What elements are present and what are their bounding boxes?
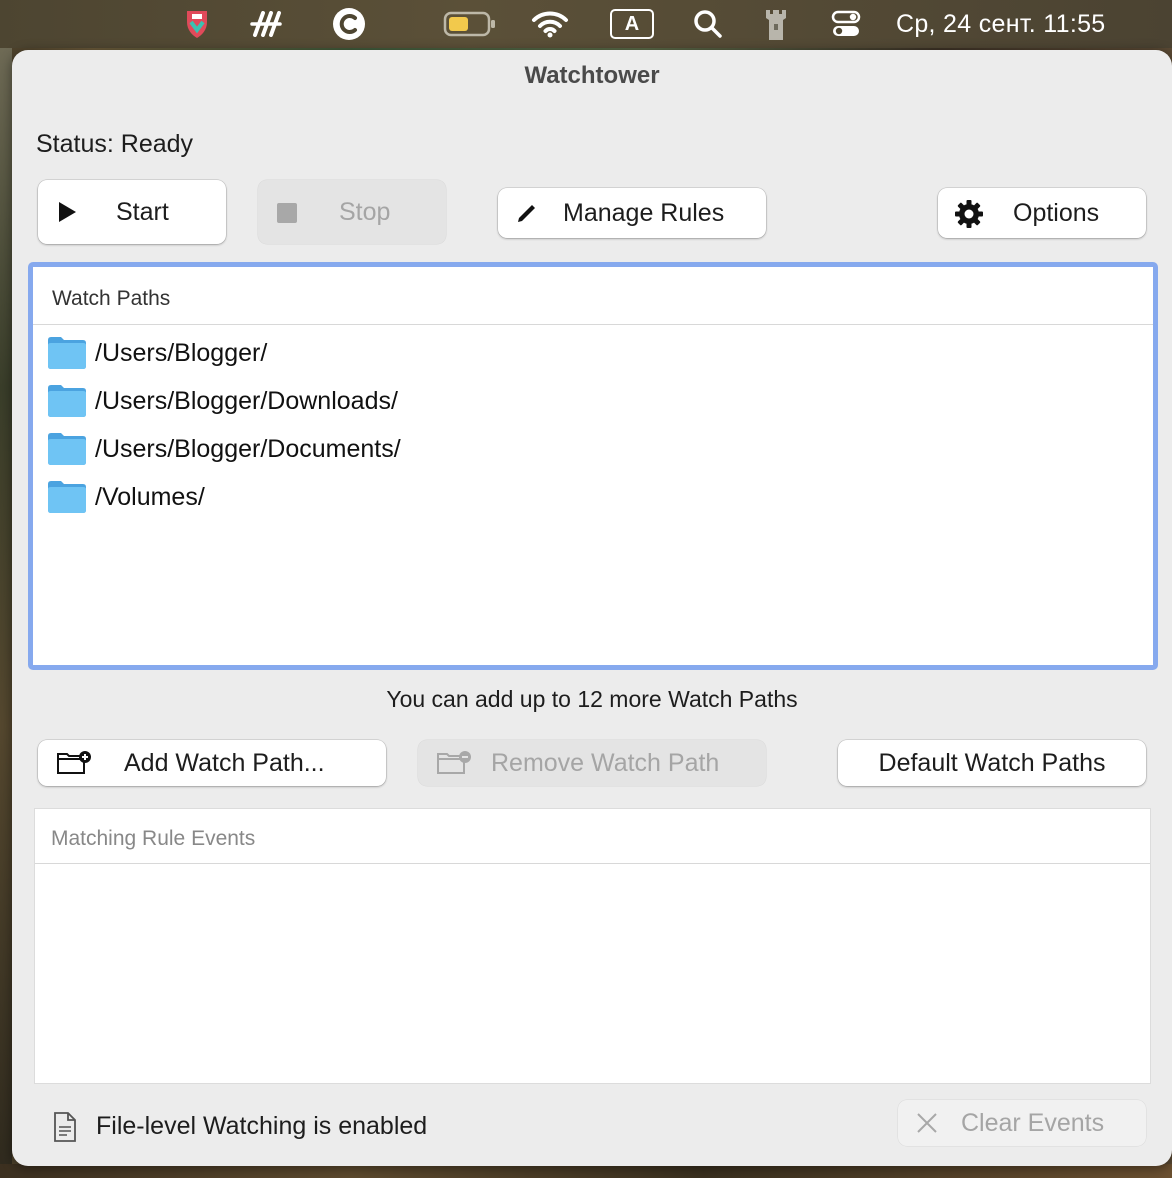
clear-events-button-label: Clear Events: [961, 1108, 1105, 1137]
watch-path-row[interactable]: /Volumes/: [47, 473, 205, 521]
tower-app-icon[interactable]: [758, 0, 794, 48]
input-source-icon[interactable]: A: [608, 0, 656, 48]
battery-icon[interactable]: [442, 0, 498, 48]
play-icon: [56, 200, 78, 224]
watch-paths-hint: You can add up to 12 more Watch Paths: [386, 686, 798, 712]
stop-button-label: Stop: [339, 197, 391, 226]
battery-level: [449, 17, 468, 31]
close-icon: [916, 1112, 938, 1134]
folder-remove-icon: [436, 750, 472, 776]
add-watch-path-button[interactable]: Add Watch Path...: [38, 740, 386, 786]
watch-path-text: /Users/Blogger/Documents/: [95, 434, 401, 463]
matching-rule-events-header: Matching Rule Events: [35, 809, 1150, 864]
pencil-icon: [516, 202, 538, 224]
stop-icon: [276, 202, 298, 224]
watch-path-text: /Users/Blogger/: [95, 338, 268, 367]
start-button[interactable]: Start: [38, 180, 226, 244]
manage-rules-button-label: Manage Rules: [563, 198, 725, 227]
desktop-wallpaper-left: [0, 48, 12, 1178]
folder-icon: [47, 432, 87, 466]
folder-icon: [47, 480, 87, 514]
folder-icon: [47, 384, 87, 418]
watch-path-row[interactable]: /Users/Blogger/Documents/: [47, 425, 401, 473]
watch-path-text: /Users/Blogger/Downloads/: [95, 386, 398, 415]
stripes-app-icon[interactable]: [246, 0, 286, 48]
clear-events-button[interactable]: Clear Events: [898, 1100, 1146, 1146]
c-circle-app-icon[interactable]: [330, 0, 368, 48]
file-level-watching-status: File-level Watching is enabled: [96, 1112, 428, 1140]
status-text: Status: Ready: [36, 130, 194, 158]
watch-paths-list[interactable]: Watch Paths /Users/Blogger/ /Users/Blogg…: [28, 262, 1158, 670]
shield-app-icon[interactable]: [180, 0, 214, 48]
input-source-label: A: [610, 9, 654, 39]
menu-bar-clock[interactable]: Ср, 24 сент. 11:55: [896, 0, 1140, 48]
default-watch-paths-button[interactable]: Default Watch Paths: [838, 740, 1146, 786]
remove-watch-path-button[interactable]: Remove Watch Path: [418, 740, 766, 786]
start-button-label: Start: [116, 197, 169, 226]
menu-bar: A Ср, 24 сент. 11:55: [0, 0, 1172, 48]
watch-path-row[interactable]: /Users/Blogger/Downloads/: [47, 377, 398, 425]
control-center-icon[interactable]: [828, 0, 864, 48]
gear-icon: [954, 199, 984, 229]
matching-rule-events-list[interactable]: Matching Rule Events: [34, 808, 1151, 1084]
options-button-label: Options: [1013, 198, 1100, 227]
default-watch-paths-button-label: Default Watch Paths: [878, 748, 1106, 777]
folder-add-icon: [56, 750, 92, 776]
folder-icon: [47, 336, 87, 370]
add-watch-path-button-label: Add Watch Path...: [124, 748, 325, 777]
window-title: Watchtower: [524, 62, 660, 89]
remove-watch-path-button-label: Remove Watch Path: [491, 748, 720, 777]
spotlight-search-icon[interactable]: [690, 0, 726, 48]
desktop-wallpaper-bottom: [0, 1164, 1172, 1178]
watch-paths-header: Watch Paths: [33, 267, 1153, 325]
document-icon: [52, 1112, 78, 1142]
watch-path-text: /Volumes/: [95, 482, 205, 511]
wifi-icon[interactable]: [530, 0, 570, 48]
manage-rules-button[interactable]: Manage Rules: [498, 188, 766, 238]
watch-path-row[interactable]: /Users/Blogger/: [47, 329, 267, 377]
stop-button[interactable]: Stop: [258, 180, 446, 244]
options-button[interactable]: Options: [938, 188, 1146, 238]
watchtower-window: Watchtower Status: Ready Start Stop Mana…: [12, 50, 1172, 1166]
